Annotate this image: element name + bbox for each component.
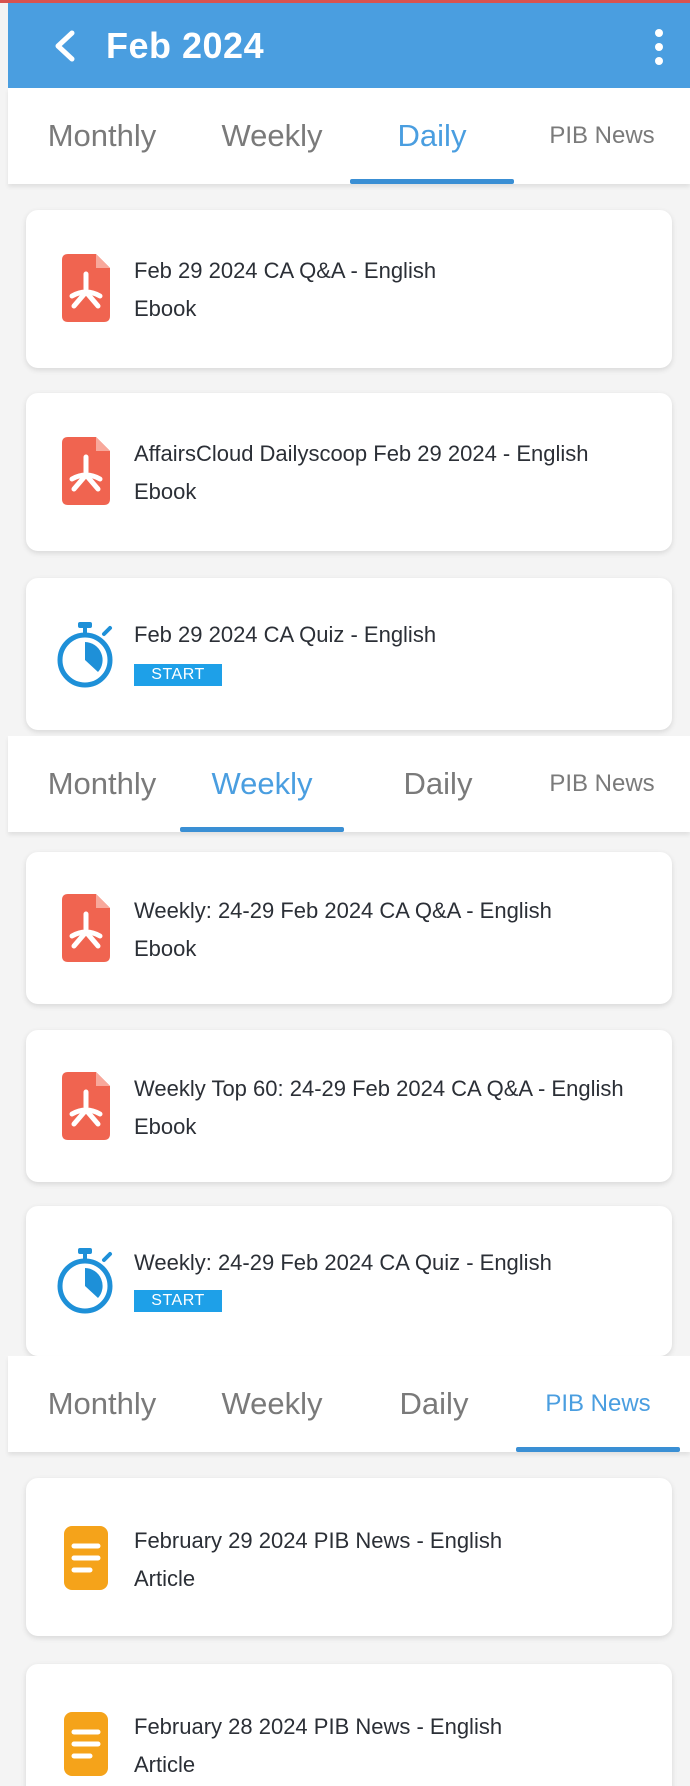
- tab-bar: Monthly Weekly Daily PIB News: [8, 1356, 690, 1452]
- list-item[interactable]: Feb 29 2024 CA Q&A - English Ebook: [26, 210, 672, 368]
- tab-weekly[interactable]: Weekly: [188, 1356, 356, 1452]
- pdf-icon: [62, 437, 110, 505]
- app-bar: Feb 2024: [8, 3, 690, 88]
- tab-pib-news[interactable]: PIB News: [518, 88, 686, 184]
- item-title: February 29 2024 PIB News - English: [134, 1528, 503, 1553]
- tab-monthly[interactable]: Monthly: [18, 736, 186, 832]
- pdf-icon: [62, 254, 110, 322]
- item-title: Weekly: 24-29 Feb 2024 CA Q&A - English: [134, 898, 552, 923]
- page-title: Feb 2024: [106, 25, 265, 66]
- tab-daily[interactable]: Daily: [354, 736, 522, 832]
- tab-monthly[interactable]: Monthly: [18, 1356, 186, 1452]
- tab-pib-news[interactable]: PIB News: [518, 736, 686, 832]
- tab-bar: Monthly Weekly Daily PIB News: [8, 88, 690, 184]
- tab-pib-news[interactable]: PIB News: [514, 1356, 682, 1452]
- start-button[interactable]: START: [134, 1290, 222, 1312]
- item-subtitle: Ebook: [134, 296, 197, 321]
- pdf-icon: [62, 1072, 110, 1140]
- item-subtitle: Article: [134, 1566, 196, 1591]
- article-icon: [64, 1712, 108, 1776]
- pdf-icon: [62, 894, 110, 962]
- tab-weekly[interactable]: Weekly: [178, 736, 346, 832]
- tab-bar: Monthly Weekly Daily PIB News: [8, 736, 690, 832]
- tab-weekly[interactable]: Weekly: [188, 88, 356, 184]
- list-item[interactable]: Weekly Top 60: 24-29 Feb 2024 CA Q&A - E…: [26, 1030, 672, 1182]
- list-item[interactable]: Feb 29 2024 CA Quiz - English START: [26, 578, 672, 730]
- list-item[interactable]: February 28 2024 PIB News - English Arti…: [26, 1664, 672, 1786]
- active-tab-indicator: [180, 827, 344, 832]
- item-subtitle: Ebook: [134, 479, 197, 504]
- item-subtitle: Ebook: [134, 936, 197, 961]
- item-title: Weekly Top 60: 24-29 Feb 2024 CA Q&A - E…: [134, 1076, 624, 1101]
- item-subtitle: Ebook: [134, 1114, 197, 1139]
- list-item[interactable]: February 29 2024 PIB News - English Arti…: [26, 1478, 672, 1636]
- item-title: Feb 29 2024 CA Quiz - English: [134, 622, 437, 647]
- item-title: Weekly: 24-29 Feb 2024 CA Quiz - English: [134, 1250, 552, 1275]
- stopwatch-icon: [57, 622, 113, 688]
- list-item[interactable]: Weekly: 24-29 Feb 2024 CA Q&A - English …: [26, 852, 672, 1004]
- item-title: AffairsCloud Dailyscoop Feb 29 2024 - En…: [134, 441, 589, 466]
- start-button[interactable]: START: [134, 664, 222, 686]
- article-icon: [64, 1526, 108, 1590]
- item-subtitle: Article: [134, 1752, 196, 1777]
- item-title: February 28 2024 PIB News - English: [134, 1714, 503, 1739]
- list-item[interactable]: Weekly: 24-29 Feb 2024 CA Quiz - English…: [26, 1206, 672, 1356]
- list-item[interactable]: AffairsCloud Dailyscoop Feb 29 2024 - En…: [26, 393, 672, 551]
- tab-monthly[interactable]: Monthly: [18, 88, 186, 184]
- back-arrow-icon[interactable]: [50, 29, 82, 63]
- tab-daily[interactable]: Daily: [350, 1356, 518, 1452]
- tab-daily[interactable]: Daily: [348, 88, 516, 184]
- active-tab-indicator: [516, 1447, 680, 1452]
- item-title: Feb 29 2024 CA Q&A - English: [134, 258, 437, 283]
- active-tab-indicator: [350, 179, 514, 184]
- more-options-icon[interactable]: [654, 29, 664, 69]
- stopwatch-icon: [57, 1248, 113, 1314]
